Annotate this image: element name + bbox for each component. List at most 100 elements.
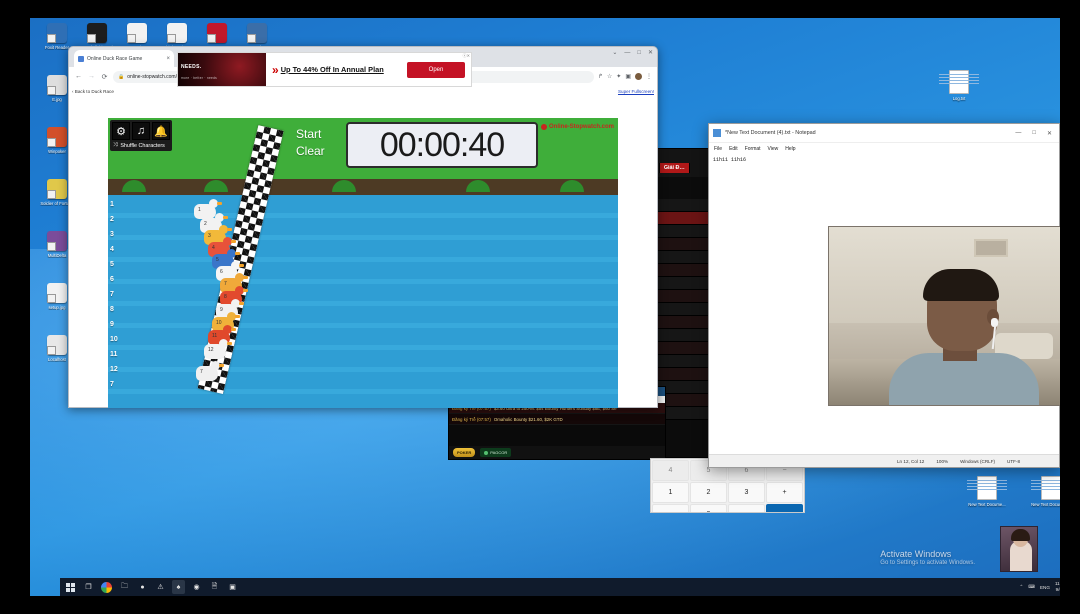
taskbar-buttons[interactable]: ❐ 🗀 ● ⚠ ♠ ◉ 🗎 ▣ — [60, 580, 239, 594]
app-icon — [47, 335, 67, 355]
chrome-button[interactable] — [100, 580, 113, 594]
ad-headline[interactable]: Up To 44% Off In Annual Plan — [281, 65, 402, 74]
gear-icon[interactable]: ⚙ — [112, 122, 130, 140]
duck-number: 8 — [224, 294, 227, 300]
game-start-clear-buttons[interactable]: Start Clear — [296, 126, 325, 160]
task-view-button[interactable]: ❐ — [82, 580, 95, 594]
tournament-row[interactable]: Đăng ký Trễ (07:57) Omaholic Bounty $21.… — [449, 414, 665, 425]
windows-taskbar[interactable]: ❐ 🗀 ● ⚠ ♠ ◉ 🗎 ▣ ⌃ ⌨ ENG 11:13 PM 9/6/2021 💬 — [60, 578, 1060, 596]
lane-number: 11 — [110, 351, 118, 358]
logo-text: Online-Stopwatch.com — [548, 124, 614, 130]
language-indicator[interactable]: ENG — [1040, 585, 1050, 590]
calculator-key-4[interactable]: 4 — [652, 460, 689, 481]
shuffle-characters-button[interactable]: ⤨ Shuffle Characters — [112, 142, 170, 149]
system-tray[interactable]: ⌃ ⌨ ENG 11:13 PM 9/6/2021 💬 — [1019, 581, 1060, 592]
secondary-webcam-overlay[interactable] — [1000, 526, 1038, 572]
bookmark-star-icon[interactable]: ☆ — [607, 73, 612, 80]
minimize-icon[interactable]: — — [1015, 130, 1021, 137]
countdown-timer[interactable]: 00:00:40 — [346, 122, 538, 168]
calculator-key-2[interactable]: 2 — [690, 482, 727, 503]
game-icon-row[interactable]: ⚙ ♫ 🔔 — [112, 122, 170, 140]
media-player-button[interactable]: ● — [136, 580, 149, 594]
calculator-key-+[interactable]: + — [766, 482, 803, 503]
close-window-icon[interactable]: ✕ — [1047, 130, 1052, 137]
ad-close-icon[interactable]: ⓧ✕ — [463, 53, 470, 59]
maximize-icon[interactable]: □ — [637, 50, 641, 56]
menu-edit[interactable]: Edit — [729, 146, 738, 152]
start-button[interactable] — [64, 580, 77, 594]
online-stopwatch-logo: Online-Stopwatch.com — [540, 124, 614, 130]
maximize-icon[interactable]: □ — [1032, 130, 1036, 137]
reload-icon[interactable]: ⟳ — [100, 73, 109, 81]
ad-creative-image: NEEDS. more · better · needs — [178, 53, 266, 86]
ad-banner[interactable]: NEEDS. more · better · needs » Up To 44%… — [177, 52, 472, 87]
menu-view[interactable]: View — [768, 146, 779, 152]
desktop-icon-log-txt[interactable]: Log.txt — [936, 70, 982, 101]
ad-body: » Up To 44% Off In Annual Plan Open — [266, 53, 471, 86]
cast-icon[interactable]: ▣ — [625, 73, 631, 80]
duck-number: 7 — [200, 369, 203, 375]
clear-button[interactable]: Clear — [296, 143, 325, 160]
extensions-icon[interactable]: ✦ — [616, 73, 621, 80]
close-window-icon[interactable]: ✕ — [648, 49, 653, 56]
notepad-menu-bar[interactable]: File Edit Format View Help — [709, 143, 1059, 154]
menu-format[interactable]: Format — [745, 146, 761, 152]
duck-beak — [243, 276, 248, 279]
duck-racer[interactable]: 1 — [194, 199, 222, 219]
game-water-lanes: 1 2 3 4 5 6 7 8 9 10 11 12 7 — [108, 195, 618, 408]
chrome-window-controls[interactable]: ⌄ — □ ✕ — [612, 49, 653, 57]
file-explorer-button[interactable]: 🗀 — [118, 580, 131, 594]
back-to-duck-race-link[interactable]: ‹ Back to Duck Race — [72, 89, 114, 94]
forward-icon[interactable]: → — [87, 73, 96, 80]
show-hidden-icons-chevron-icon[interactable]: ⌃ — [1019, 584, 1023, 590]
menu-help[interactable]: Help — [785, 146, 795, 152]
watermark-subtitle: Go to Settings to activate Windows. — [880, 560, 975, 566]
ad-open-button[interactable]: Open — [407, 61, 465, 78]
warning-app-button[interactable]: ⚠ — [154, 580, 167, 594]
keyboard-icon[interactable]: ⌨ — [1028, 584, 1035, 590]
minimize-icon[interactable]: ⌄ — [612, 49, 617, 56]
close-tab-icon[interactable]: × — [166, 56, 170, 62]
share-icon[interactable]: ↱ — [598, 73, 603, 80]
back-icon[interactable]: ← — [74, 73, 83, 80]
super-fullscreen-link[interactable]: Super Fullscreen! — [618, 89, 654, 94]
calculator-key-3[interactable]: 3 — [728, 482, 765, 503]
calculator-key-⁺⁄₋[interactable]: ⁺⁄₋ — [652, 504, 689, 512]
calculator-key-=[interactable]: = — [766, 504, 803, 512]
webcam-video-overlay[interactable] — [828, 226, 1060, 406]
chrome-toolbar-icons[interactable]: ↱ ☆ ✦ ▣ ⋮ — [598, 73, 652, 80]
record-app-button[interactable]: ◉ — [190, 580, 203, 594]
taskbar-clock[interactable]: 11:13 PM 9/6/2021 — [1055, 581, 1060, 592]
notepad-title-bar[interactable]: *New Text Document (4).txt - Notepad — □… — [709, 124, 1059, 143]
duck-racer[interactable]: 12 — [204, 339, 232, 359]
duck-number: 11 — [212, 333, 218, 339]
encoding: UTF-8 — [1007, 458, 1021, 464]
notepad-button[interactable]: 🗎 — [208, 580, 221, 594]
desktop-icon-new-text-document[interactable]: New Text Docume... — [964, 476, 1010, 507]
calculator-key-.[interactable]: . — [728, 504, 765, 512]
start-button[interactable]: Start — [296, 126, 325, 143]
calculator-key-1[interactable]: 1 — [652, 482, 689, 503]
duck-beak — [219, 364, 224, 367]
duck-number: 2 — [204, 221, 207, 227]
chrome-menu-icon[interactable]: ⋮ — [646, 73, 652, 80]
desktop[interactable]: Foxit ReaderCBS (AllThingsT)setup.jpghin… — [30, 18, 1060, 596]
duck-racer[interactable]: 7 — [196, 361, 224, 381]
poker-tab-tournaments[interactable]: Giải Đ… — [659, 163, 690, 173]
chrome-tab[interactable]: Online Duck Race Game × — [74, 50, 174, 67]
calculator-button[interactable]: ▣ — [226, 580, 239, 594]
restore-icon[interactable]: — — [624, 50, 630, 56]
calculator-key-0[interactable]: 0 — [690, 504, 727, 512]
game-control-panel[interactable]: ⚙ ♫ 🔔 ⤨ Shuffle Characters — [110, 120, 172, 151]
person-hair — [923, 269, 999, 301]
notepad-window-controls[interactable]: — □ ✕ — [1015, 130, 1055, 137]
desktop-icon-new-text-document-2[interactable]: New Text Document.t — [1028, 476, 1060, 507]
avatar[interactable] — [635, 73, 642, 80]
menu-file[interactable]: File — [714, 146, 722, 152]
bell-icon[interactable]: 🔔 — [152, 122, 170, 140]
duck-race-game[interactable]: ⚙ ♫ 🔔 ⤨ Shuffle Characters Start Clear 0… — [108, 118, 618, 408]
app-icon — [87, 23, 107, 43]
music-note-icon[interactable]: ♫ — [132, 122, 150, 140]
poker-app-button[interactable]: ♠ — [172, 580, 185, 594]
activate-windows-watermark: Activate Windows Go to Settings to activ… — [880, 549, 975, 566]
